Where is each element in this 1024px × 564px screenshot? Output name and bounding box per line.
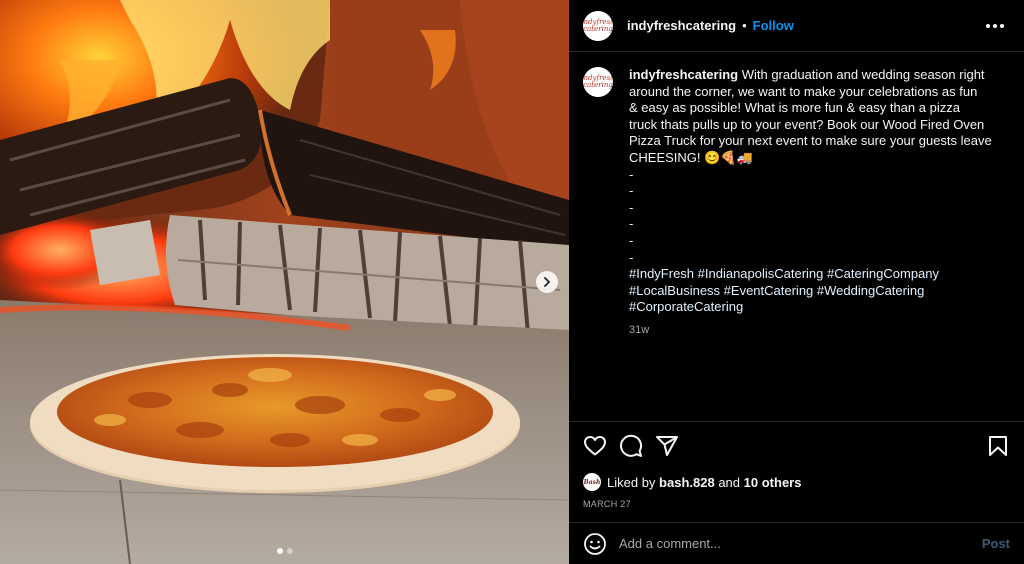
caption-line: CHEESING! 😊🍕🚚	[629, 149, 753, 165]
hashtag-line[interactable]: #IndyFresh #IndianapolisCatering #Cateri…	[629, 266, 1010, 283]
username-link[interactable]: indyfreshcatering	[627, 18, 736, 33]
save-button[interactable]	[986, 434, 1010, 458]
caption-dash: -	[629, 183, 634, 199]
liker-username-link[interactable]: bash.828	[659, 475, 715, 490]
caption-dash: -	[629, 216, 634, 232]
liked-by-label: Liked by	[607, 474, 656, 490]
caption-dash: -	[629, 166, 634, 182]
caption-line: indyfreshcatering With graduation and we…	[629, 67, 1010, 84]
pizza-oven-photo	[0, 0, 569, 564]
comment-input[interactable]	[619, 536, 982, 551]
paper-plane-icon	[656, 436, 678, 456]
avatar[interactable]: indyfresh catering	[583, 67, 613, 97]
post-comment-button[interactable]: Post	[982, 536, 1010, 551]
hashtag-line[interactable]: #LocalBusiness #EventCatering #WeddingCa…	[629, 283, 1010, 300]
avatar[interactable]: indyfresh catering	[583, 10, 613, 41]
carousel-dot	[286, 548, 293, 554]
caption-dash: -	[629, 232, 634, 248]
comment-button[interactable]	[619, 434, 643, 458]
avatar-logo-text: indyfresh catering	[583, 17, 613, 33]
relative-timestamp[interactable]: 31w	[629, 322, 1010, 339]
heart-icon	[584, 436, 606, 456]
liker-avatar-text: Bash	[583, 478, 601, 486]
carousel-dot	[276, 548, 283, 554]
caption-username[interactable]: indyfreshcatering	[629, 67, 738, 82]
post-details-panel: indyfresh catering indyfreshcatering • F…	[569, 0, 1024, 564]
comment-bubble-icon	[620, 434, 643, 457]
post-image[interactable]	[0, 0, 569, 564]
next-slide-button[interactable]	[536, 271, 558, 293]
liker-avatar[interactable]: Bash	[583, 473, 601, 491]
engagement-section: Bash Liked by bash.828 and 10 others MAR…	[569, 421, 1024, 509]
hashtag-line[interactable]: #CorporateCatering	[629, 299, 1010, 316]
caption-line: around the corner, we want to make your …	[629, 83, 978, 99]
caption-dash: -	[629, 249, 634, 265]
emoji-button[interactable]	[583, 532, 607, 556]
caption-dash: -	[629, 199, 634, 215]
action-bar	[583, 422, 1010, 470]
bookmark-icon	[989, 436, 1007, 456]
and-label: and	[718, 474, 741, 490]
carousel-indicator	[0, 548, 569, 554]
chevron-right-icon	[544, 277, 551, 287]
post-header: indyfresh catering indyfreshcatering • F…	[569, 0, 1024, 52]
like-button[interactable]	[583, 434, 607, 458]
more-horizontal-icon	[986, 23, 990, 28]
caption-line: truck thats pulls up to your event? Book…	[629, 116, 985, 132]
caption-section: indyfresh catering indyfreshcatering Wit…	[569, 53, 1024, 420]
caption-line: Pizza Truck for your next event to make …	[629, 133, 992, 149]
caption-line-text: With graduation and wedding season right	[741, 67, 985, 82]
others-likes-link[interactable]: 10 others	[744, 475, 802, 490]
likes-summary: Bash Liked by bash.828 and 10 others	[583, 473, 1010, 491]
more-options-button[interactable]	[986, 23, 1004, 28]
caption-text: indyfreshcatering With graduation and we…	[629, 67, 1010, 339]
follow-button[interactable]: Follow	[753, 18, 794, 33]
avatar-logo-text: indyfresh catering	[583, 74, 613, 89]
emoji-smile-icon	[584, 532, 606, 555]
caption-row: indyfresh catering indyfreshcatering Wit…	[583, 67, 1010, 339]
post-date[interactable]: MARCH 27	[583, 499, 1010, 509]
separator-dot: •	[742, 18, 747, 33]
add-comment-bar: Post	[569, 522, 1024, 564]
share-button[interactable]	[655, 434, 679, 458]
caption-line: & easy as possible! What is more fun & e…	[629, 100, 960, 116]
